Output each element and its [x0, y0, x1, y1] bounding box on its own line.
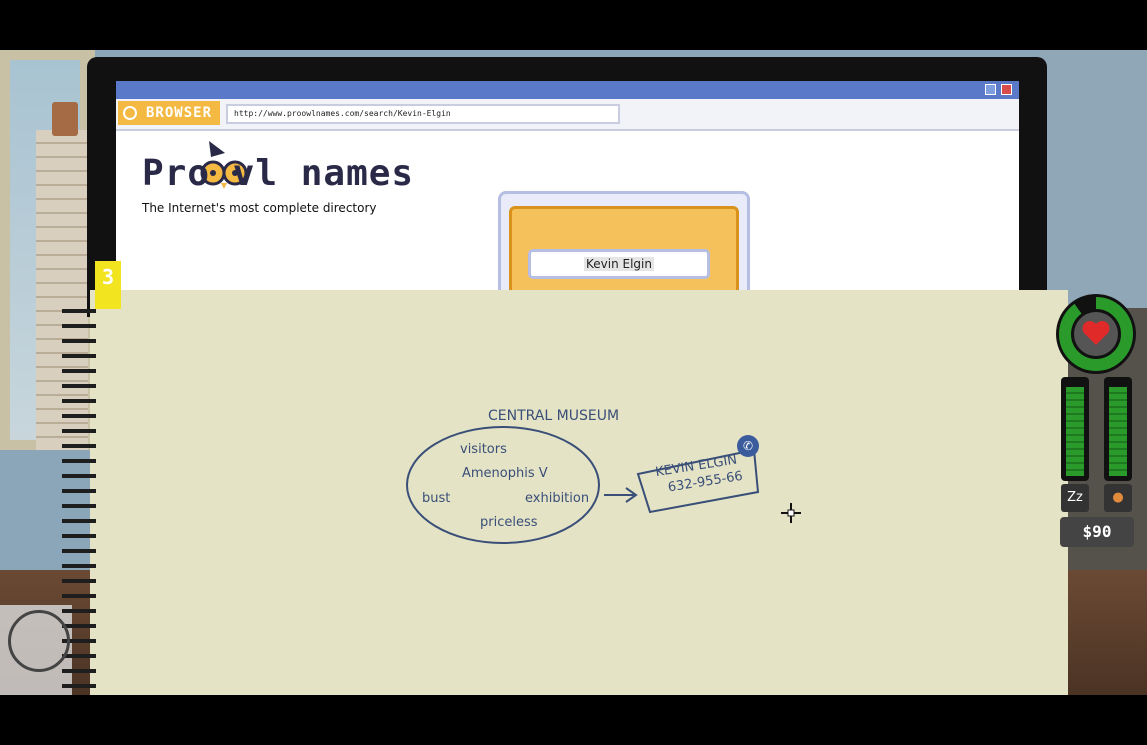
keyword-visitors[interactable]: visitors — [460, 442, 507, 457]
money-counter: $90 — [1060, 517, 1134, 547]
url-bar[interactable]: http://www.proowlnames.com/search/Kevin-… — [226, 104, 620, 124]
browser-window: BROWSER http://www.proowlnames.com/searc… — [116, 81, 1019, 301]
keyword-amenophis[interactable]: Amenophis V — [462, 466, 548, 481]
top-letterbox — [0, 0, 1147, 50]
bottom-letterbox — [0, 695, 1147, 745]
sleep-meter-fill — [1066, 386, 1084, 476]
minimize-button[interactable] — [985, 84, 996, 95]
health-ring — [1056, 294, 1136, 374]
keyword-priceless[interactable]: priceless — [480, 515, 538, 530]
crosshair-cursor-icon — [781, 503, 801, 523]
food-meter — [1104, 377, 1132, 481]
sleep-icon: Zz — [1061, 484, 1089, 512]
water-tower — [52, 102, 78, 136]
site-logo[interactable]: Pro vl names — [142, 153, 414, 194]
browser-tab[interactable]: BROWSER — [118, 101, 220, 125]
sleep-meter — [1061, 377, 1089, 481]
keyword-bust[interactable]: bust — [422, 491, 450, 506]
close-button[interactable] — [1001, 84, 1012, 95]
keyword-exhibition[interactable]: exhibition — [525, 491, 589, 506]
food-meter-fill — [1109, 386, 1127, 476]
browser-tab-label: BROWSER — [146, 105, 213, 121]
food-icon: ● — [1104, 484, 1132, 512]
phone-icon[interactable]: ✆ — [737, 435, 759, 457]
owl-icon — [123, 106, 137, 120]
search-value: Kevin Elgin — [584, 257, 654, 271]
case-heading: CENTRAL MUSEUM — [488, 408, 620, 424]
stamp-logo-icon — [8, 610, 70, 672]
browser-titlebar — [116, 81, 1019, 99]
name-search-input[interactable]: Kevin Elgin — [528, 249, 710, 279]
notebook-page-edge — [240, 293, 890, 299]
notebook-tab-3[interactable]: 3 — [95, 261, 121, 309]
search-card: Kevin Elgin — [498, 191, 750, 301]
search-card-inner: Kevin Elgin — [509, 206, 739, 301]
browser-toolbar: BROWSER http://www.proowlnames.com/searc… — [116, 99, 1019, 131]
site-tagline: The Internet's most complete directory — [142, 201, 377, 215]
